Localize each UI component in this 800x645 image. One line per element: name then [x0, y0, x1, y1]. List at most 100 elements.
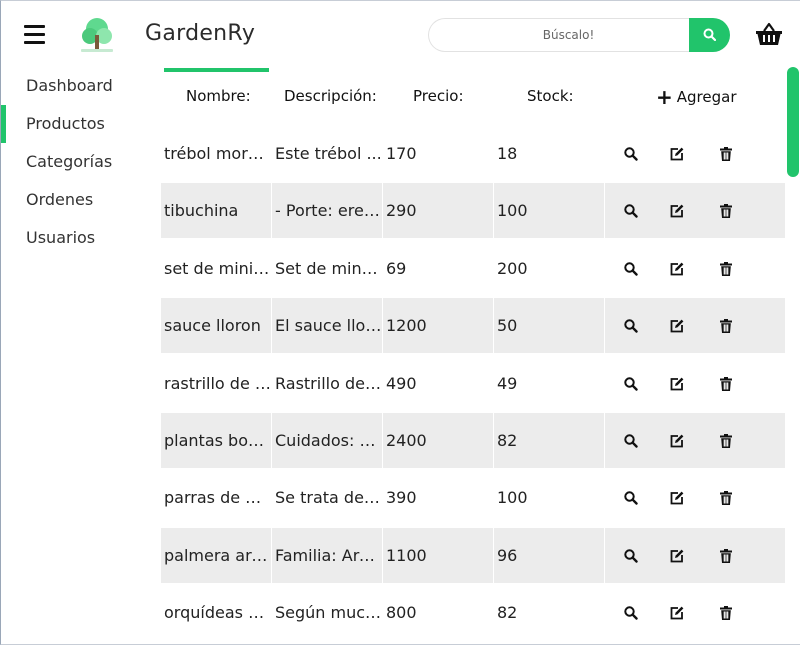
- edit-icon[interactable]: [669, 490, 685, 506]
- trash-icon[interactable]: [718, 376, 734, 392]
- row-actions: [605, 356, 785, 411]
- magnifier-icon[interactable]: [623, 146, 639, 162]
- sidebar-nav: Dashboard Productos Categorías Ordenes U…: [1, 67, 151, 257]
- row-actions: [605, 527, 785, 583]
- magnifier-icon[interactable]: [623, 376, 639, 392]
- brand-title[interactable]: GardenRy: [145, 21, 255, 46]
- table-row: sauce lloron El sauce llor... 1200 50: [161, 298, 785, 355]
- app-frame: GardenRy Dashboard Productos Categorías …: [0, 0, 800, 645]
- table-row: tibuchina - Porte: erec... 290 100: [161, 183, 785, 240]
- table-row: orquídeas p... Según much... 800 82: [161, 585, 785, 642]
- cell-description: Según much...: [275, 603, 382, 623]
- cell-name: rastrillo de j...: [164, 373, 271, 393]
- magnifier-icon[interactable]: [623, 433, 639, 449]
- trash-icon[interactable]: [718, 490, 734, 506]
- cell-price: 490: [386, 373, 417, 393]
- edit-icon[interactable]: [669, 376, 685, 392]
- table-row: palmera are... Familia: Are... 1100 96: [161, 527, 785, 585]
- cell-stock: 82: [494, 412, 604, 468]
- cell-stock: 96: [494, 527, 604, 583]
- edit-icon[interactable]: [669, 605, 685, 621]
- magnifier-icon[interactable]: [623, 318, 639, 334]
- cell-name: trébol mora...: [164, 144, 271, 163]
- cell-name: palmera are...: [161, 527, 271, 583]
- cell-price: 1100: [383, 527, 493, 583]
- sidebar-item-usuarios[interactable]: Usuarios: [1, 219, 151, 257]
- cell-stock: 18: [497, 144, 518, 163]
- app-header: GardenRy: [1, 1, 800, 69]
- products-table-body: trébol mora... Este trébol ... 170 18 tibuch…: [161, 126, 785, 643]
- sidebar-item-ordenes[interactable]: Ordenes: [1, 181, 151, 219]
- header-nombre[interactable]: Nombre:: [186, 87, 251, 105]
- cell-description: Rastrillo de J...: [275, 373, 382, 393]
- edit-icon[interactable]: [669, 548, 685, 564]
- header-stock[interactable]: Stock:: [527, 87, 574, 105]
- cell-stock: 100: [497, 488, 528, 508]
- header-precio[interactable]: Precio:: [413, 87, 464, 105]
- trash-icon[interactable]: [718, 548, 734, 564]
- cell-stock: 200: [497, 258, 528, 278]
- hamburger-icon[interactable]: [24, 25, 45, 44]
- cell-price: 2400: [383, 412, 493, 468]
- sidebar-item-dashboard[interactable]: Dashboard: [1, 67, 151, 105]
- cell-description: Este trébol ...: [275, 144, 382, 163]
- cell-name: plantas bon...: [161, 412, 271, 468]
- trash-icon[interactable]: [718, 203, 734, 219]
- magnifier-icon[interactable]: [623, 261, 639, 277]
- cell-price: 390: [386, 488, 417, 508]
- search-bar: [428, 18, 730, 52]
- cell-price: 69: [386, 258, 407, 278]
- trash-icon[interactable]: [718, 146, 734, 162]
- magnifier-icon[interactable]: [623, 490, 639, 506]
- edit-icon[interactable]: [669, 433, 685, 449]
- edit-icon[interactable]: [669, 318, 685, 334]
- cell-name: sauce lloron: [161, 298, 271, 354]
- magnifier-icon[interactable]: [623, 203, 639, 219]
- cell-name: tibuchina: [161, 183, 271, 239]
- basket-icon[interactable]: [755, 22, 783, 46]
- plus-icon: +: [656, 85, 673, 109]
- search-button[interactable]: [689, 18, 730, 52]
- edit-icon[interactable]: [669, 146, 685, 162]
- edit-icon[interactable]: [669, 203, 685, 219]
- trash-icon[interactable]: [718, 605, 734, 621]
- cell-description: Se trata de ...: [275, 488, 382, 508]
- add-product-button[interactable]: + Agregar: [656, 85, 737, 109]
- cell-price: 1200: [383, 298, 493, 354]
- table-row: trébol mora... Este trébol ... 170 18: [161, 126, 785, 183]
- row-actions: [605, 470, 785, 525]
- sidebar-item-productos[interactable]: Productos: [1, 105, 151, 143]
- cell-stock: 100: [494, 183, 604, 239]
- cell-stock: 49: [497, 373, 518, 393]
- cell-name: set de mini ...: [164, 258, 271, 278]
- cell-description: Familia: Are...: [272, 527, 382, 583]
- magnifier-icon[interactable]: [623, 548, 639, 564]
- row-actions: [605, 183, 785, 239]
- magnifier-icon[interactable]: [623, 605, 639, 621]
- table-row: parras de uva Se trata de ... 390 100: [161, 470, 785, 527]
- header-descripcion[interactable]: Descripción:: [284, 87, 377, 105]
- add-label: Agregar: [676, 88, 737, 106]
- search-icon: [703, 28, 716, 41]
- sidebar-item-categorias[interactable]: Categorías: [1, 143, 151, 181]
- table-row: set de mini ... Set de mini ... 69 200: [161, 241, 785, 298]
- cell-stock: 82: [497, 603, 518, 623]
- search-input[interactable]: [428, 18, 698, 52]
- trash-icon[interactable]: [718, 433, 734, 449]
- row-actions: [605, 241, 785, 296]
- cell-price: 800: [386, 603, 417, 623]
- row-actions: [605, 298, 785, 354]
- row-actions: [605, 126, 785, 181]
- trash-icon[interactable]: [718, 261, 734, 277]
- trash-icon[interactable]: [718, 318, 734, 334]
- cell-description: El sauce llor...: [272, 298, 382, 354]
- tree-icon: [81, 18, 113, 52]
- row-actions: [605, 412, 785, 468]
- cell-name: parras de uva: [164, 488, 271, 508]
- vertical-scrollbar[interactable]: [787, 67, 799, 177]
- cell-stock: 50: [494, 298, 604, 354]
- table-row: plantas bon... Cuidados: Si... 2400 82: [161, 412, 785, 470]
- cell-price: 290: [383, 183, 493, 239]
- edit-icon[interactable]: [669, 261, 685, 277]
- table-row: rastrillo de j... Rastrillo de J... 490 49: [161, 356, 785, 413]
